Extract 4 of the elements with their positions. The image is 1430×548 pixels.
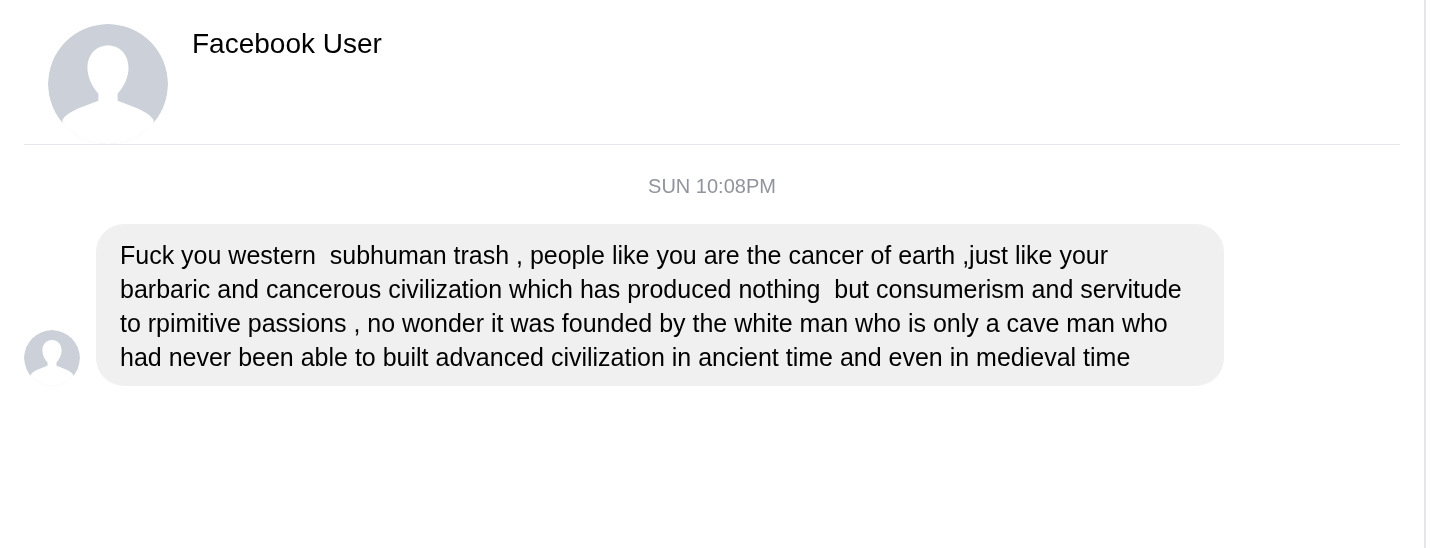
contact-name: Facebook User	[192, 28, 382, 60]
message-bubble: Fuck you western subhuman trash , people like you are the cancer of earth ,just like your barbaric and cancerous civilization which has produced nothing but consumerism and servitude to rpimitive passions , no wonder it was founded by the white man who is only a cave man who had never been able to built advanced civilization in ancient time and even in medieval time	[96, 224, 1224, 386]
message-timestamp: SUN 10:08PM	[647, 175, 777, 198]
sender-avatar	[24, 330, 80, 386]
